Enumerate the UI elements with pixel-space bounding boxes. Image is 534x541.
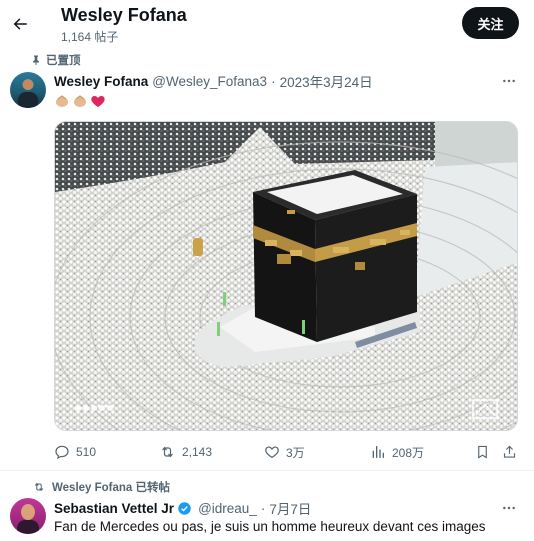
retweet-icon: [162, 446, 173, 458]
retweet-button[interactable]: 2,143: [159, 441, 212, 463]
more-options-button[interactable]: [500, 72, 518, 90]
profile-name: Wesley Fofana: [61, 5, 187, 25]
tweet-media-image[interactable]: [54, 121, 518, 431]
retweet-icon: [34, 482, 44, 492]
hands-icon: [56, 95, 68, 107]
red-heart-icon: [91, 96, 105, 107]
profile-header: Wesley Fofana 1,164 帖子 关注: [0, 0, 534, 48]
tweet-emojis: [54, 93, 106, 109]
pin-icon: [33, 55, 39, 65]
follow-button[interactable]: 关注: [462, 7, 519, 39]
tweet-date[interactable]: 7月7日: [269, 498, 311, 518]
pinned-label: 已置顶: [46, 55, 81, 67]
author-handle[interactable]: @Wesley_Fofana3: [152, 74, 267, 89]
back-button[interactable]: [6, 10, 34, 38]
tweet-text: Fan de Mercedes ou pas, je suis un homme…: [54, 519, 486, 534]
views-chart-icon: [372, 446, 384, 458]
author-name[interactable]: Sebastian Vettel Jr: [54, 501, 174, 516]
tweet-header: Sebastian Vettel Jr @idreau_ · 7月7日: [54, 498, 311, 518]
bookmark-button[interactable]: [475, 441, 490, 463]
heart-icon: [265, 446, 279, 459]
meta-separator: ·: [271, 73, 276, 89]
share-button[interactable]: [502, 441, 517, 463]
hands-icon: [74, 95, 86, 107]
more-icon: [503, 506, 515, 510]
share-icon: [503, 445, 516, 458]
avatar[interactable]: [10, 72, 46, 108]
retweet-count: 2,143: [182, 445, 213, 459]
views-count: 208万: [392, 445, 425, 460]
tweet-divider: [0, 470, 534, 471]
meta-separator: ·: [260, 500, 266, 516]
verified-badge-icon: [178, 501, 191, 515]
author-name[interactable]: Wesley Fofana: [54, 74, 148, 89]
author-handle[interactable]: @idreau_: [198, 501, 257, 516]
tweet-actions: 510 2,143 3万 208万: [54, 441, 520, 463]
retweet-indicator[interactable]: Wesley Fofana 已转帖: [32, 479, 170, 495]
kaaba-photo: [55, 122, 517, 430]
back-arrow-icon: [13, 18, 27, 30]
tweet-date[interactable]: 2023年3月24日: [280, 71, 373, 91]
tweet-header: Wesley Fofana @Wesley_Fofana3 · 2023年3月2…: [54, 71, 373, 91]
views-button[interactable]: 208万: [370, 441, 424, 463]
reply-count: 510: [76, 445, 97, 459]
post-count: 1,164 帖子: [61, 30, 119, 44]
reply-button[interactable]: 510: [54, 441, 96, 463]
avatar[interactable]: [10, 498, 46, 534]
pinned-indicator: 已置顶: [30, 52, 81, 68]
more-options-button[interactable]: [500, 499, 518, 517]
bookmark-icon: [478, 445, 487, 459]
like-button[interactable]: 3万: [264, 441, 305, 463]
more-icon: [503, 79, 515, 83]
reply-icon: [55, 445, 69, 460]
retweeted-by-label: Wesley Fofana 已转帖: [52, 482, 171, 494]
like-count: 3万: [286, 445, 305, 460]
